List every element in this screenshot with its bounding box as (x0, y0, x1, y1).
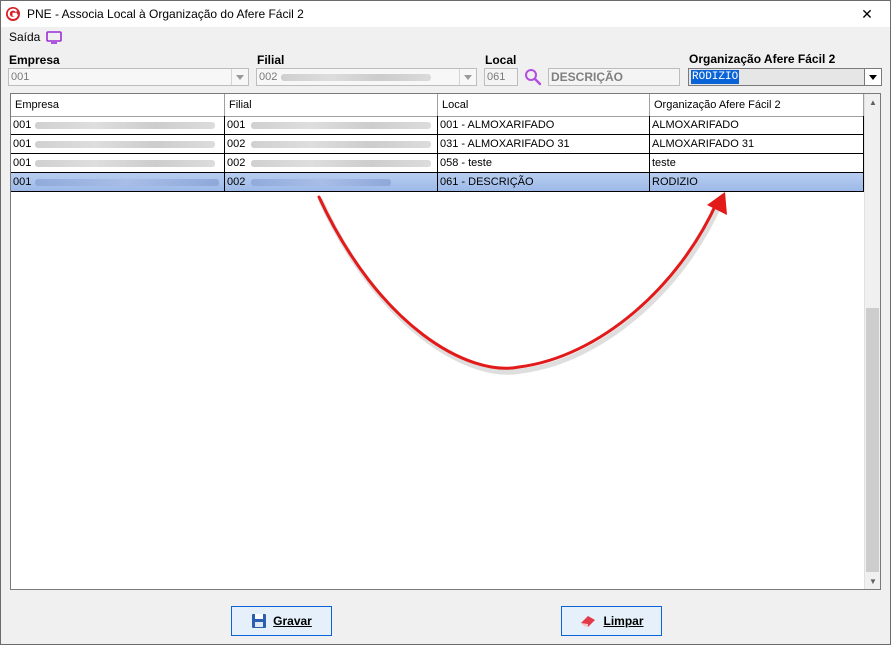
filial-label: Filial (257, 53, 285, 67)
cell-organizacao: teste (650, 154, 864, 172)
cell-empresa: 001 (11, 135, 225, 153)
limpar-button[interactable]: Limpar (561, 606, 662, 636)
redacted-text (251, 160, 431, 167)
table-row-selected[interactable]: 001 002 061 - DESCRIÇÃO RODIZIO (11, 173, 864, 192)
cell-local: 061 - DESCRIÇÃO (438, 173, 650, 191)
search-icon[interactable] (524, 68, 542, 86)
monitor-icon (46, 30, 63, 44)
main-window: PNE - Associa Local à Organização do Afe… (0, 0, 891, 645)
redacted-text (35, 122, 215, 129)
menu-item-label: Saída (9, 30, 41, 44)
column-header-empresa[interactable]: Empresa (11, 94, 225, 116)
cell-empresa: 001 (11, 173, 225, 191)
cell-organizacao: ALMOXARIFADO 31 (650, 135, 864, 153)
eraser-icon (581, 616, 596, 627)
cell-filial: 001 (225, 116, 438, 134)
filial-value: 002 (259, 71, 278, 83)
redacted-text (251, 141, 431, 148)
redacted-text (281, 74, 431, 81)
filial-select[interactable]: 002 (256, 68, 477, 86)
title-bar: PNE - Associa Local à Organização do Afe… (1, 1, 890, 27)
cell-organizacao: ALMOXARIFADO (650, 116, 864, 134)
grid-header: Empresa Filial Local Organização Afere F… (11, 94, 864, 117)
column-header-filial[interactable]: Filial (225, 94, 438, 116)
redacted-text (35, 141, 215, 148)
scroll-down-icon[interactable]: ▼ (865, 573, 881, 589)
chevron-down-icon[interactable] (459, 69, 476, 85)
cell-local: 001 - ALMOXARIFADO (438, 116, 650, 134)
vertical-scrollbar[interactable]: ▲ ▼ (864, 94, 880, 589)
local-code-value: 061 (487, 71, 506, 83)
column-header-organizacao[interactable]: Organização Afere Fácil 2 (650, 94, 864, 116)
local-description-field: DESCRIÇÃO (548, 68, 680, 86)
empresa-value: 001 (11, 71, 30, 83)
floppy-disk-icon (252, 614, 267, 628)
local-code-field[interactable]: 061 (484, 68, 518, 86)
cell-filial: 002 (225, 135, 438, 153)
cell-local: 058 - teste (438, 154, 650, 172)
cell-local: 031 - ALMOXARIFADO 31 (438, 135, 650, 153)
local-label: Local (485, 53, 517, 67)
local-description-value: DESCRIÇÃO (551, 70, 624, 84)
scroll-up-icon[interactable]: ▲ (865, 94, 881, 110)
gravar-button[interactable]: Gravar (231, 606, 332, 636)
table-row[interactable]: 001 001 001 - ALMOXARIFADO ALMOXARIFADO (11, 116, 864, 135)
close-icon: ✕ (861, 5, 873, 22)
association-grid: Empresa Filial Local Organização Afere F… (10, 93, 881, 590)
menu-bar: Saída (1, 27, 890, 47)
cell-empresa: 001 (11, 116, 225, 134)
cell-organizacao: RODIZIO (650, 173, 864, 191)
cell-empresa: 001 (11, 154, 225, 172)
table-row[interactable]: 001 002 031 - ALMOXARIFADO 31 ALMOXARIFA… (11, 135, 864, 154)
gravar-label: Gravar (273, 614, 312, 628)
redacted-text (35, 179, 219, 186)
empresa-select[interactable]: 001 (8, 68, 249, 86)
chevron-down-icon[interactable] (231, 69, 248, 85)
window-title: PNE - Associa Local à Organização do Afe… (27, 7, 304, 21)
scrollbar-thumb[interactable] (866, 308, 879, 572)
empresa-label: Empresa (9, 53, 60, 67)
chevron-down-icon[interactable] (864, 69, 881, 85)
organizacao-selected-value: RODIZIO (691, 70, 740, 84)
close-button[interactable]: ✕ (844, 1, 890, 27)
cell-filial: 002 (225, 154, 438, 172)
menu-item-saida[interactable]: Saída (9, 30, 63, 44)
table-row[interactable]: 001 002 058 - teste teste (11, 154, 864, 173)
redacted-text (35, 160, 215, 167)
app-logo-icon (6, 7, 20, 21)
cell-filial: 002 (225, 173, 438, 191)
column-header-local[interactable]: Local (438, 94, 650, 116)
limpar-label: Limpar (603, 614, 644, 628)
organizacao-select[interactable]: RODIZIO (688, 68, 882, 86)
organizacao-label: Organização Afere Fácil 2 (689, 52, 836, 66)
redacted-text (251, 179, 391, 186)
redacted-text (251, 122, 431, 129)
